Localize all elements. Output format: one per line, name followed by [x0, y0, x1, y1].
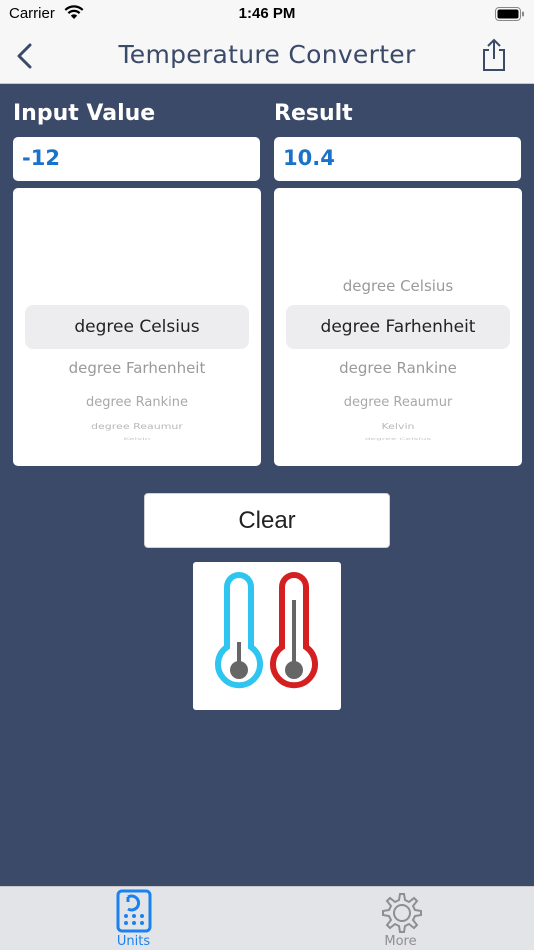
- picker-row-selected[interactable]: degree Celsius: [13, 317, 261, 337]
- share-icon: [483, 38, 505, 71]
- picker-row[interactable]: degree Rankine: [274, 359, 522, 377]
- picker-row[interactable]: degree Rankine: [13, 395, 261, 410]
- input-value-field[interactable]: -12: [13, 137, 260, 181]
- share-button[interactable]: [480, 37, 508, 73]
- navigation-bar: Temperature Converter: [0, 30, 534, 84]
- tab-more[interactable]: More: [267, 887, 534, 950]
- picker-row[interactable]: degree Reaumur: [274, 395, 522, 410]
- thermometers-image: [193, 562, 341, 710]
- picker-row[interactable]: degree Farhenheit: [13, 359, 261, 377]
- input-unit-picker[interactable]: degree Celsius degree Farhenheit degree …: [13, 188, 261, 466]
- units-calculator-icon: [116, 889, 152, 933]
- input-value-label: Input Value: [13, 101, 156, 126]
- result-label: Result: [274, 101, 353, 126]
- tab-bar: Units More: [0, 886, 534, 950]
- tab-units[interactable]: Units: [0, 887, 267, 950]
- picker-row[interactable]: degree Celsius: [274, 277, 522, 295]
- picker-row-selected[interactable]: degree Farhenheit: [274, 317, 522, 337]
- clear-button[interactable]: Clear: [144, 493, 390, 548]
- tab-units-label: Units: [116, 934, 151, 949]
- gear-icon: [382, 893, 422, 933]
- result-value-field: 10.4: [274, 137, 521, 181]
- tab-more-label: More: [384, 934, 417, 949]
- clock: 1:46 PM: [238, 5, 296, 22]
- page-title: Temperature Converter: [118, 40, 416, 69]
- battery-icon: [495, 7, 525, 25]
- picker-row[interactable]: Kelvin: [13, 437, 261, 441]
- thermometer-icon: [215, 572, 318, 689]
- status-bar: Carrier 1:46 PM: [0, 0, 534, 30]
- picker-row[interactable]: degree Celsius: [274, 437, 522, 441]
- picker-row[interactable]: degree Reaumur: [13, 422, 261, 432]
- picker-row[interactable]: Kelvin: [274, 422, 522, 432]
- result-unit-picker[interactable]: degree Celsius degree Farhenheit degree …: [274, 188, 522, 466]
